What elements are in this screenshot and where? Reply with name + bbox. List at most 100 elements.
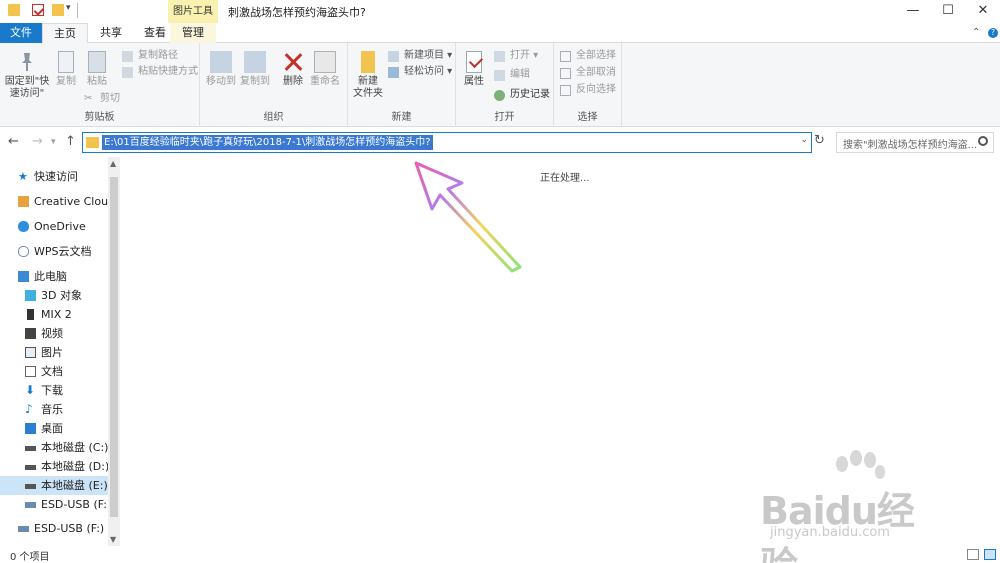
new-group: 新建 文件夹 新建项目 ▾ 轻松访问 ▾ 新建 <box>348 43 456 127</box>
open-button[interactable]: 打开 ▾ <box>494 49 538 64</box>
processing-text: 正在处理... <box>540 173 590 184</box>
download-icon: ⬇ <box>25 383 36 397</box>
address-path[interactable]: E:\01百度经验临时夹\跑子真好玩\2018-7-1\刺激战场怎样预约海盗头巾… <box>102 135 433 150</box>
scrollbar-thumb[interactable] <box>110 177 118 517</box>
new-item-label: 新建项目 <box>404 50 444 61</box>
annotation-arrow-icon <box>414 161 522 273</box>
pin-label: 固定到"快速访问" <box>4 76 50 99</box>
invert-selection-button[interactable]: 反向选择 <box>560 83 616 98</box>
sidebar-item-this-pc[interactable]: 此电脑 <box>0 267 108 286</box>
paste-shortcut-button[interactable]: 粘贴快捷方式 <box>122 65 198 80</box>
picture-tools-context: 图片工具 <box>168 0 218 23</box>
usb-drive-icon <box>25 502 36 508</box>
details-view-icon[interactable] <box>967 549 979 560</box>
move-to-button[interactable]: 移动到 <box>206 51 236 88</box>
tab-manage[interactable]: 管理 <box>170 23 216 43</box>
address-bar[interactable]: E:\01百度经验临时夹\跑子真好玩\2018-7-1\刺激战场怎样预约海盗头巾… <box>82 132 812 153</box>
sidebar-item-documents[interactable]: 文档 <box>0 362 108 381</box>
forward-arrow-icon[interactable]: → <box>32 134 43 149</box>
delete-button[interactable]: 删除 <box>280 51 306 88</box>
scroll-down-icon[interactable]: ▼ <box>110 535 116 544</box>
select-none-button[interactable]: 全部取消 <box>560 66 616 81</box>
navigation-bar: ← → ▾ ↑ E:\01百度经验临时夹\跑子真好玩\2018-7-1\刺激战场… <box>0 127 1000 157</box>
select-all-icon <box>560 51 571 62</box>
sidebar-item-drive-e[interactable]: 本地磁盘 (E:) <box>0 476 108 495</box>
sidebar-item-3d-objects[interactable]: 3D 对象 <box>0 286 108 305</box>
delete-label: 删除 <box>283 76 303 87</box>
rename-label: 重命名 <box>310 76 340 87</box>
properties-check-icon[interactable] <box>32 4 44 16</box>
sidebar-item-wps-cloud[interactable]: WPS云文档 <box>0 242 108 261</box>
organize-group: 移动到 复制到 删除 重命名 组织 <box>200 43 348 127</box>
up-arrow-icon[interactable]: ↑ <box>65 134 76 149</box>
phone-icon <box>27 309 34 320</box>
video-icon <box>25 328 36 339</box>
wps-cloud-icon <box>18 246 29 257</box>
edit-button[interactable]: 编辑 <box>494 68 530 83</box>
sidebar-item-drive-d[interactable]: 本地磁盘 (D:) <box>0 457 108 476</box>
sidebar-item-usb-f-root[interactable]: ESD-USB (F:) <box>0 519 108 538</box>
recent-locations-dropdown-icon[interactable]: ▾ <box>51 137 56 147</box>
sidebar-item-label: 文档 <box>41 365 63 378</box>
sidebar-item-music[interactable]: ♪ 音乐 <box>0 400 108 419</box>
copy-button[interactable]: 复制 <box>53 51 79 88</box>
tab-file[interactable]: 文件 <box>0 23 42 43</box>
select-none-icon <box>560 68 571 79</box>
paste-button[interactable]: 粘贴 <box>84 51 110 88</box>
sidebar-item-label: 本地磁盘 (E:) <box>41 479 108 492</box>
back-arrow-icon[interactable]: ← <box>8 134 19 149</box>
new-item-button[interactable]: 新建项目 ▾ <box>388 49 452 64</box>
pin-quick-access-button[interactable]: 固定到"快速访问" <box>4 51 50 100</box>
address-dropdown-icon[interactable]: ⌄ <box>800 135 808 145</box>
new-folder-button[interactable]: 新建 文件夹 <box>352 51 384 100</box>
pin-icon <box>16 51 38 73</box>
tab-share[interactable]: 共享 <box>88 23 134 43</box>
sidebar-item-label: 音乐 <box>41 403 63 416</box>
sidebar-item-pictures[interactable]: 图片 <box>0 343 108 362</box>
search-placeholder: 搜索"刺激战场怎样预约海盗... <box>843 140 978 151</box>
drive-icon <box>25 465 36 470</box>
sidebar-item-downloads[interactable]: ⬇ 下载 <box>0 381 108 400</box>
scroll-up-icon[interactable]: ▲ <box>110 159 116 168</box>
delete-x-icon <box>282 51 304 73</box>
copy-path-button[interactable]: 复制路径 <box>122 49 178 64</box>
select-all-button[interactable]: 全部选择 <box>560 49 616 64</box>
copy-icon <box>58 51 74 73</box>
tab-home[interactable]: 主页 <box>42 23 88 44</box>
new-folder-icon <box>361 51 375 73</box>
cut-label: 剪切 <box>100 93 120 104</box>
copy-to-button[interactable]: 复制到 <box>240 51 270 88</box>
rename-button[interactable]: 重命名 <box>310 51 340 88</box>
sidebar-item-label: 下载 <box>41 384 63 397</box>
sidebar-item-mix2[interactable]: MIX 2 <box>0 305 108 324</box>
paste-shortcut-icon <box>122 67 133 78</box>
close-button[interactable]: ✕ <box>960 0 1000 23</box>
sidebar-item-creative-cloud[interactable]: Creative Cloud F <box>0 192 108 211</box>
sidebar-item-desktop[interactable]: 桌面 <box>0 419 108 438</box>
sidebar-item-usb-f[interactable]: ESD-USB (F:) <box>0 495 108 514</box>
refresh-icon[interactable]: ↻ <box>814 133 825 148</box>
history-button[interactable]: 历史记录 <box>494 88 550 103</box>
navigation-pane: ★ 快速访问 Creative Cloud F OneDrive WPS云文档 … <box>0 157 120 546</box>
cut-button[interactable]: ✂ 剪切 <box>84 92 120 107</box>
sidebar-item-videos[interactable]: 视频 <box>0 324 108 343</box>
sidebar-item-label: OneDrive <box>34 220 86 233</box>
sidebar-item-onedrive[interactable]: OneDrive <box>0 217 108 236</box>
easy-access-icon <box>388 67 399 78</box>
quick-access-dropdown-icon[interactable]: ▾ <box>66 3 71 13</box>
creative-cloud-icon <box>18 196 29 207</box>
sidebar-item-label: 本地磁盘 (C:) <box>41 441 108 454</box>
search-input[interactable]: 搜索"刺激战场怎样预约海盗... <box>836 132 994 153</box>
easy-access-button[interactable]: 轻松访问 ▾ <box>388 65 452 80</box>
invert-selection-label: 反向选择 <box>576 84 616 95</box>
new-folder-icon[interactable] <box>52 4 64 16</box>
sidebar-item-drive-c[interactable]: 本地磁盘 (C:) <box>0 438 108 457</box>
large-icons-view-icon[interactable] <box>984 549 996 560</box>
properties-button[interactable]: 属性 <box>462 51 486 88</box>
chevron-up-icon[interactable]: ⌃ <box>972 27 980 38</box>
folder-icon[interactable] <box>8 4 20 16</box>
sidebar-scrollbar[interactable]: ▲ ▼ <box>108 157 120 546</box>
help-icon[interactable]: ? <box>988 28 998 38</box>
sidebar-item-quick-access[interactable]: ★ 快速访问 <box>0 167 108 186</box>
open-group-label: 打开 <box>494 112 515 123</box>
